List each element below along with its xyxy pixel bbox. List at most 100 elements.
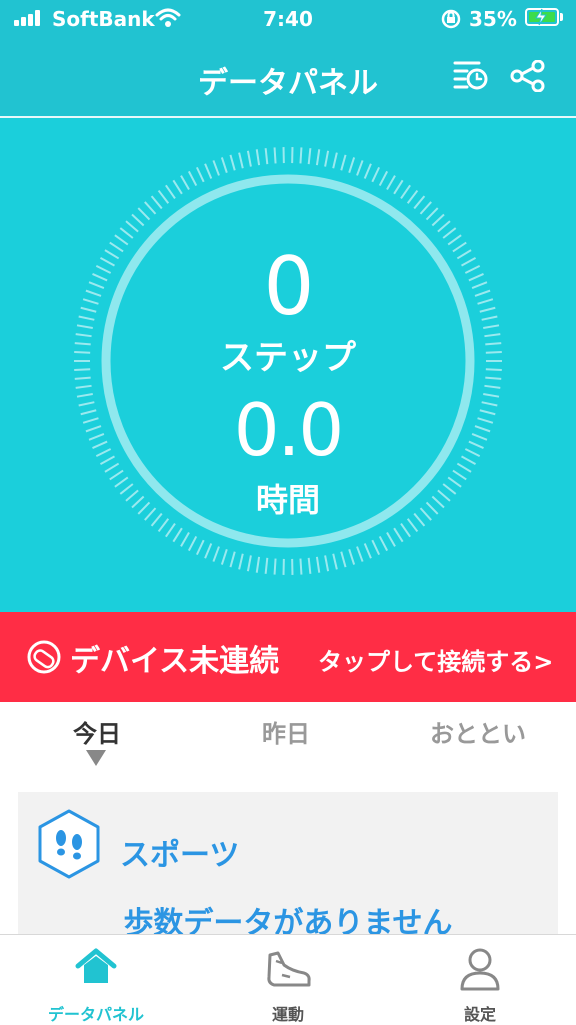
ring-tick [173,528,182,542]
ring-tick [213,547,219,562]
ring-tick [126,221,138,231]
ring-tick [372,167,379,181]
ring-tick [181,532,189,546]
page-title: データパネル [0,58,576,102]
ring-tick [394,528,403,542]
battery-nub [560,13,563,21]
share-icon[interactable] [510,60,546,92]
ring-tick [213,160,219,175]
nav-bar: データパネル [0,40,576,116]
ring-tick [266,148,268,164]
ring-tick [230,155,234,170]
tab-bar: データパネル 運動 設定 [0,934,576,1025]
ring-tick [257,557,259,573]
ring-tick [181,176,189,190]
ring-tick [401,185,410,198]
person-icon [458,947,502,991]
device-banner[interactable]: デバイス未連続 タップして接続する> [0,612,576,702]
orientation-lock-icon [440,9,462,29]
ring-tick [443,228,456,238]
ring-tick [420,202,431,214]
tab-bar-item-dashboard[interactable]: データパネル [0,935,192,1025]
ring-tick [230,552,234,567]
ring-tick [309,148,311,164]
tab-today[interactable]: 今日 [73,714,121,749]
battery-icon [525,8,559,26]
ring-tick [325,151,328,167]
ring-tick [365,164,371,179]
ring-tick [309,558,311,574]
ring-tick [266,558,268,574]
ring-tick [357,160,363,175]
home-icon [75,947,117,987]
ring-tick [300,559,301,575]
ring-tick [166,524,175,537]
ring-tick [414,196,424,208]
ring-tick [76,386,92,388]
ring-tick [349,157,354,172]
ring-tick [120,228,133,238]
ring-tick [239,153,243,169]
ring-tick [159,191,169,204]
steps-value: 0 [0,242,576,332]
band-icon [26,639,62,675]
tab-bar-label-settings: 設定 [384,1001,576,1025]
tab-bar-item-settings[interactable]: 設定 [384,935,576,1025]
ring-tick [145,202,156,214]
ring-tick [205,544,211,559]
ring-tick [341,552,345,567]
ring-tick [173,180,182,194]
ring-tick [222,157,227,172]
ring-tick [333,153,337,169]
tab-bar-label-exercise: 運動 [192,1001,384,1025]
ring-tick [401,524,410,537]
tab-bar-label-dashboard: データパネル [0,1001,192,1025]
tab-day-before-yesterday[interactable]: おととい [430,714,526,749]
ring-tick [394,180,403,194]
battery-percent: 35% [469,7,517,31]
ring-tick [300,147,301,163]
ring-tick [325,555,328,571]
ring-tick [387,176,395,190]
ring-tick [317,149,319,165]
time-label: 時間 [0,475,576,521]
ring-tick [275,559,276,575]
ring-tick [197,540,204,554]
ring-tick [408,191,418,204]
ring-tick [248,555,251,571]
ring-tick [197,167,204,181]
ring-tick [248,151,251,167]
history-icon[interactable] [453,58,489,92]
ring-tick [257,149,259,165]
ring-tick [152,196,162,208]
ring-tick [432,215,444,226]
ring-tick [349,549,354,564]
ring-tick [380,536,387,550]
ring-tick [357,547,363,562]
ring-tick [317,557,319,573]
ring-tick [372,540,379,554]
ring-tick [387,532,395,546]
connect-device-link[interactable]: タップして接続する> [318,642,553,677]
ring-tick [365,544,371,559]
ring-tick [438,221,450,231]
ring-tick [138,208,149,219]
ring-tick [132,215,144,226]
ring-tick [222,549,227,564]
ring-tick [333,554,337,570]
day-tabs: 今日 昨日 おととい [0,702,576,786]
shoe-icon [264,947,312,991]
ring-tick [189,536,196,550]
ring-tick [427,208,438,219]
steps-label: ステップ [0,330,576,379]
ring-tick [341,155,345,170]
status-bar: SoftBank 7:40 35% [0,0,576,40]
time-value: 0.0 [0,390,576,470]
sport-card[interactable]: スポーツ 歩数データがありません [18,792,558,942]
tab-bar-item-exercise[interactable]: 運動 [192,935,384,1025]
ring-tick [275,147,276,163]
tab-indicator [86,750,106,766]
ring-tick [166,185,175,198]
ring-tick [380,171,387,185]
tab-yesterday[interactable]: 昨日 [262,714,310,749]
